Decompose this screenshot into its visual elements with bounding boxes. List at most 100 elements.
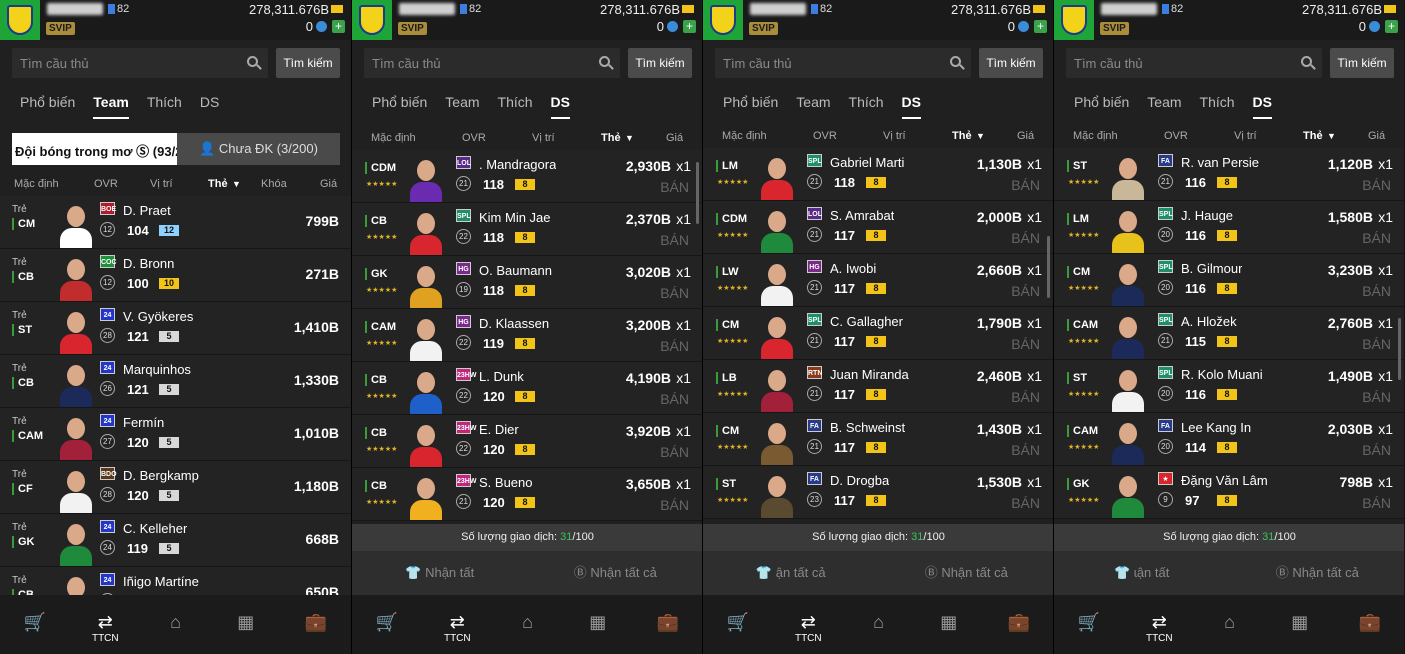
player-row[interactable]: CAM ★★★★★ FA 20 Lee Kang In 114 8 2,030B x1 BÁN xyxy=(1054,413,1404,466)
sell-button[interactable]: BÁN xyxy=(1362,389,1391,405)
player-row[interactable]: ST ★★★★★ FA 23 D. Drogba 117 8 1,530B x1 BÁN xyxy=(703,466,1053,519)
player-row[interactable]: Trẻ CM BOE 12 D. Praet 104 12 799B xyxy=(0,196,351,249)
tab-3[interactable]: DS xyxy=(550,94,570,119)
nav-toolbox[interactable]: 💼 xyxy=(984,595,1053,654)
player-row[interactable]: CM ★★★★★ FA 21 B. Schweinst 117 8 1,430B x1 BÁN xyxy=(703,413,1053,466)
tab-2[interactable]: Thích xyxy=(498,94,533,119)
add-fc-button[interactable]: + xyxy=(1034,20,1047,33)
nav-shop-cart[interactable]: 🛒 xyxy=(352,595,422,654)
player-row[interactable]: CM ★★★★★ SPL 20 B. Gilmour 116 8 3,230B x1 BÁN xyxy=(1054,254,1404,307)
sell-button[interactable]: BÁN xyxy=(1362,495,1391,511)
player-row[interactable]: Trẻ ST 24 28 V. Gyökeres 121 5 1,410B xyxy=(0,302,351,355)
player-row[interactable]: CM ★★★★★ SPL 21 C. Gallagher 117 8 1,790B x1 BÁN xyxy=(703,307,1053,360)
tab-0[interactable]: Phổ biến xyxy=(1074,94,1129,119)
toggle-unregistered[interactable]: 👤 Chưa ĐK (3/200) xyxy=(177,133,340,165)
nav-home[interactable]: ⌂ xyxy=(140,595,210,654)
column-c2[interactable]: OVR xyxy=(1164,130,1188,142)
claim-all-button[interactable]: Ⓑ Nhận tất cả xyxy=(528,551,703,595)
search-button[interactable]: Tìm kiếm xyxy=(979,48,1043,78)
player-row[interactable]: CB ★★★★★ SPL 22 Kim Min Jae 118 8 2,370B x1 BÁN xyxy=(352,203,702,256)
player-row[interactable]: Trẻ CAM 24 27 Fermín 120 5 1,010B xyxy=(0,408,351,461)
sort-desc-icon[interactable]: ▼ xyxy=(976,131,985,141)
column-c1[interactable]: Mặc định xyxy=(371,132,416,144)
player-row[interactable]: Trẻ CF BDO 28 D. Bergkamp 120 5 1,180B xyxy=(0,461,351,514)
player-row[interactable]: CDM ★★★★★ LOL 21 S. Amrabat 117 8 2,000B x1 BÁN xyxy=(703,201,1053,254)
column-c4[interactable]: Thẻ xyxy=(208,178,228,190)
nav-toolbox[interactable]: 💼 xyxy=(1335,595,1404,654)
sort-desc-icon[interactable]: ▼ xyxy=(1327,131,1336,141)
sell-button[interactable]: BÁN xyxy=(660,232,689,248)
nav-home[interactable]: ⌂ xyxy=(1194,595,1264,654)
sell-button[interactable]: BÁN xyxy=(1011,177,1040,193)
column-c6[interactable]: Giá xyxy=(1017,130,1034,142)
search-icon[interactable] xyxy=(950,56,961,67)
column-c3[interactable]: Vị trí xyxy=(150,178,173,190)
nav-shop-cart[interactable]: 🛒 xyxy=(0,595,70,654)
search-input[interactable]: Tìm cầu thủ xyxy=(1066,48,1322,78)
claim-button[interactable]: 👕 ɩận tất xyxy=(1054,551,1230,595)
club-logo[interactable] xyxy=(1054,0,1094,40)
player-row[interactable]: GK ★★★★★ HG 19 O. Baumann 118 8 3,020B x1 BÁN xyxy=(352,256,702,309)
nav-shop-cart[interactable]: 🛒 xyxy=(1054,595,1124,654)
sell-button[interactable]: BÁN xyxy=(1362,177,1391,193)
sell-button[interactable]: BÁN xyxy=(1362,442,1391,458)
sell-button[interactable]: BÁN xyxy=(1011,442,1040,458)
tab-1[interactable]: Team xyxy=(93,94,129,119)
nav-transfer[interactable]: ⇄ TTCN xyxy=(773,595,843,654)
nav-transfer[interactable]: ⇄ TTCN xyxy=(422,595,492,654)
tab-3[interactable]: DS xyxy=(901,94,921,119)
sell-button[interactable]: BÁN xyxy=(1011,283,1040,299)
player-row[interactable]: CB ★★★★★ 23HW 21 S. Bueno 120 8 3,650B x1 BÁN xyxy=(352,468,702,521)
column-c6[interactable]: Giá xyxy=(666,132,683,144)
nav-home[interactable]: ⌂ xyxy=(492,595,562,654)
nav-toolbox[interactable]: 💼 xyxy=(633,595,702,654)
search-input[interactable]: Tìm cầu thủ xyxy=(12,48,268,78)
player-row[interactable]: GK ★★★★★ ★ 9 Đặng Văn Lâm 97 8 798B x1 BÁN xyxy=(1054,466,1404,519)
column-c4[interactable]: Thẻ xyxy=(601,132,621,144)
nav-home[interactable]: ⌂ xyxy=(843,595,913,654)
search-button[interactable]: Tìm kiếm xyxy=(1330,48,1394,78)
player-row[interactable]: Trẻ GK 24 24 C. Kelleher 119 5 668B xyxy=(0,514,351,567)
tab-1[interactable]: Team xyxy=(796,94,830,119)
player-row[interactable]: Trẻ CB COC 12 D. Bronn 100 10 271B xyxy=(0,249,351,302)
column-c4[interactable]: Thẻ xyxy=(952,130,972,142)
player-row[interactable]: CDM ★★★★★ LOL 21 . Mandragora 118 8 2,930B x1 BÁN xyxy=(352,150,702,203)
player-row[interactable]: ST ★★★★★ FA 21 R. van Persie 116 8 1,120B x1 BÁN xyxy=(1054,148,1404,201)
nav-squad-field[interactable]: ▦ xyxy=(1265,595,1335,654)
column-c1[interactable]: Mặc định xyxy=(1073,130,1118,142)
player-row[interactable]: TrẻCB2426Iñigo Martíne1195650B xyxy=(0,567,351,598)
sell-button[interactable]: BÁN xyxy=(660,497,689,513)
claim-all-button[interactable]: Ⓑ Nhận tất cả xyxy=(1230,551,1405,595)
sell-button[interactable]: BÁN xyxy=(1362,336,1391,352)
club-logo[interactable] xyxy=(703,0,743,40)
club-logo[interactable] xyxy=(0,0,40,40)
player-row[interactable]: CB ★★★★★ 23HW 22 E. Dier 120 8 3,920B x1 BÁN xyxy=(352,415,702,468)
player-row[interactable]: LB ★★★★★ RTN 21 Juan Miranda 117 8 2,460B x1 BÁN xyxy=(703,360,1053,413)
tab-1[interactable]: Team xyxy=(445,94,479,119)
column-c6[interactable]: Giá xyxy=(1368,130,1385,142)
tab-2[interactable]: Thích xyxy=(1200,94,1235,119)
sell-button[interactable]: BÁN xyxy=(660,179,689,195)
column-c1[interactable]: Mặc định xyxy=(14,178,59,190)
add-fc-button[interactable]: + xyxy=(332,20,345,33)
search-input[interactable]: Tìm cầu thủ xyxy=(715,48,971,78)
column-c2[interactable]: OVR xyxy=(462,132,486,144)
sell-button[interactable]: BÁN xyxy=(1011,495,1040,511)
tab-2[interactable]: Thích xyxy=(849,94,884,119)
nav-toolbox[interactable]: 💼 xyxy=(281,595,351,654)
club-logo[interactable] xyxy=(352,0,392,40)
sell-button[interactable]: BÁN xyxy=(1011,336,1040,352)
add-fc-button[interactable]: + xyxy=(1385,20,1398,33)
tab-2[interactable]: Thích xyxy=(147,94,182,119)
sell-button[interactable]: BÁN xyxy=(1011,230,1040,246)
sell-button[interactable]: BÁN xyxy=(660,391,689,407)
column-c4[interactable]: Thẻ xyxy=(1303,130,1323,142)
tab-3[interactable]: DS xyxy=(1252,94,1272,119)
sell-button[interactable]: BÁN xyxy=(660,285,689,301)
list-scrollbar[interactable] xyxy=(1398,318,1401,380)
search-icon[interactable] xyxy=(1301,56,1312,67)
column-c5[interactable]: Khóa xyxy=(261,178,287,190)
list-scrollbar[interactable] xyxy=(1047,236,1050,298)
tab-0[interactable]: Phổ biến xyxy=(20,94,75,119)
search-button[interactable]: Tìm kiếm xyxy=(276,48,340,78)
